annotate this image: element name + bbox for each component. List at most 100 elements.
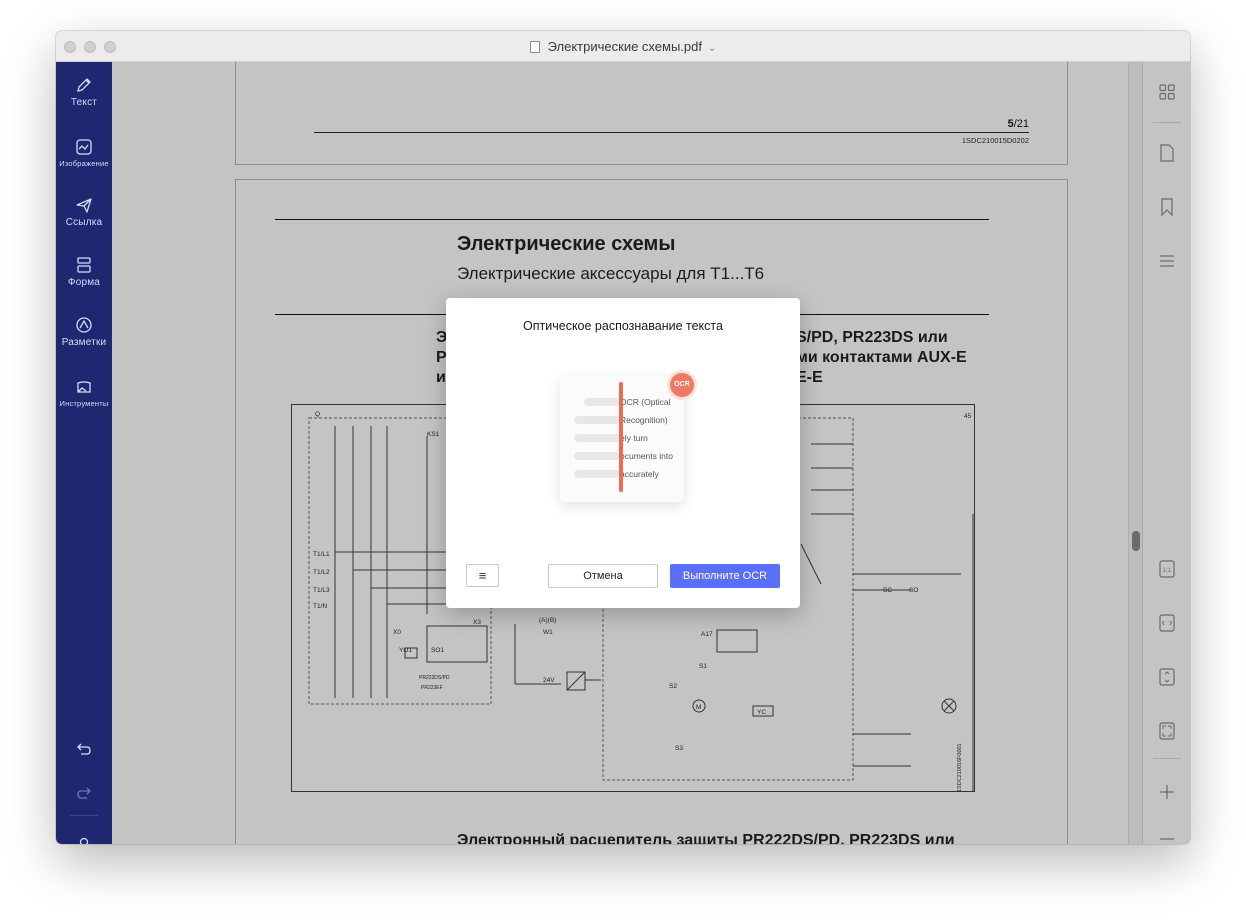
diagram-label: SO <box>909 587 918 594</box>
right-toolbar: 1:1 <box>1142 62 1190 844</box>
zoom-in-icon[interactable] <box>1159 784 1175 800</box>
illustration-text: ocuments into <box>620 451 673 461</box>
ocr-scan-line <box>619 382 623 492</box>
section-title-right-line: S/PD, PR223DS или <box>796 329 948 346</box>
diagram-label: X3 <box>473 619 481 626</box>
page-number-total: /21 <box>1013 118 1029 130</box>
ocr-dialog-title: Оптическое распознавание текста <box>523 319 723 333</box>
tool-form[interactable]: Форма <box>56 256 112 288</box>
outline-icon[interactable] <box>1159 254 1175 268</box>
page-subheading: Электрические аксессуары для T1...T6 <box>457 264 765 283</box>
menu-icon: ≡ <box>478 568 487 583</box>
section-title-right-line: E-E <box>796 369 823 386</box>
pdf-page-previous: 5/21 1SDC210015D0202 <box>235 62 1068 165</box>
diagram-label: X0 <box>393 629 401 636</box>
diagram-label: T1/L3 <box>313 587 330 594</box>
window-title-text: Электрические схемы.pdf <box>547 39 702 54</box>
diagram-label: PR223EF <box>421 685 443 691</box>
next-section-heading: Электронный расцепитель защиты PR222DS/P… <box>457 832 955 844</box>
chevron-down-icon: ⌄ <box>707 43 717 54</box>
illustration-line <box>584 398 620 406</box>
ocr-badge: OCR <box>670 373 694 397</box>
diagram-label: M <box>696 704 701 711</box>
tool-image-label: Изображение <box>59 159 109 168</box>
actual-size-icon[interactable]: 1:1 <box>1159 560 1175 578</box>
diagram-label: W1 <box>543 629 553 636</box>
tool-form-label: Форма <box>67 277 101 288</box>
illustration-line <box>574 434 620 442</box>
diagram-label: YC <box>757 709 766 716</box>
diagram-label: A17 <box>701 631 713 638</box>
diagram-label: T1/N <box>313 603 327 610</box>
diagram-label: S3 <box>675 745 683 752</box>
tool-text-label: Текст <box>70 97 98 108</box>
section-title-right-line: ми контактами AUX-E <box>796 349 967 366</box>
left-toolbar: Текст Изображение Ссылка Форма Разметки … <box>56 62 112 844</box>
user-icon <box>79 837 89 844</box>
diagram-label: T1/L1 <box>313 551 330 558</box>
fit-page-icon[interactable] <box>1159 722 1175 740</box>
zoom-out-icon[interactable] <box>1159 836 1175 842</box>
section-title-right: S/PD, PR223DS или ми контактами AUX-E E-… <box>796 328 967 388</box>
diagram-label: 45 <box>964 413 972 420</box>
fit-height-icon[interactable] <box>1159 668 1175 686</box>
illustration-text: accurately <box>620 469 659 479</box>
grid-view-icon[interactable] <box>1159 84 1175 100</box>
illustration-line <box>574 416 620 424</box>
diagram-label: 24V <box>543 677 555 684</box>
ocr-illustration: OCR (Optical Recognition) ely turn ocume… <box>560 376 684 502</box>
ocr-settings-menu-button[interactable]: ≡ <box>466 564 499 587</box>
illustration-line <box>574 452 620 460</box>
account-button[interactable] <box>56 836 112 844</box>
illustration-text: ely turn <box>620 433 648 443</box>
page-number: 5/21 <box>1008 118 1029 130</box>
image-icon <box>76 139 92 155</box>
ocr-dialog: Оптическое распознавание текста OCR (Opt… <box>446 298 800 608</box>
page-icon[interactable] <box>1159 144 1175 162</box>
svg-text:1:1: 1:1 <box>1163 568 1172 574</box>
diagram-label: YO1 <box>399 647 412 654</box>
illustration-text: OCR (Optical <box>620 397 671 407</box>
diagram-label: SC <box>883 587 892 594</box>
redo-icon <box>77 787 91 799</box>
illustration-line <box>574 470 620 478</box>
diagram-label: (A)(B) <box>539 617 556 624</box>
diagram-code: 1SDC210016F0001 <box>957 743 963 792</box>
tool-link-label: Ссылка <box>65 217 103 228</box>
diagram-label: KS1 <box>427 431 440 438</box>
diagram-label: SO1 <box>431 647 444 654</box>
illustration-text: Recognition) <box>620 415 668 425</box>
tool-markup[interactable]: Разметки <box>56 316 112 348</box>
pencil-icon <box>77 78 91 92</box>
form-icon <box>77 257 91 273</box>
page-footer-rule <box>314 132 1029 133</box>
diagram-label: Q <box>315 411 320 418</box>
fit-width-icon[interactable] <box>1159 614 1175 632</box>
undo-icon <box>77 743 91 755</box>
scrollbar-thumb[interactable] <box>1132 531 1140 551</box>
tools-icon <box>77 381 91 393</box>
link-send-icon <box>76 198 92 213</box>
pdf-file-icon <box>529 41 540 53</box>
toolbar-divider <box>1153 122 1181 123</box>
heading-rule-top <box>275 219 989 220</box>
redo-button[interactable] <box>56 786 112 803</box>
toolbar-divider <box>70 815 98 816</box>
cancel-button[interactable]: Отмена <box>548 564 658 588</box>
tool-text[interactable]: Текст <box>56 76 112 108</box>
diagram-label: T1/L2 <box>313 569 330 576</box>
diagram-label: S1 <box>699 663 707 670</box>
tool-tools[interactable]: Инструменты <box>56 378 112 408</box>
diagram-label: PR223DS/PD <box>419 675 450 681</box>
run-ocr-button[interactable]: Выполните OCR <box>670 564 780 588</box>
page-heading: Электрические схемы <box>457 233 676 255</box>
tool-image[interactable]: Изображение <box>56 138 112 168</box>
tool-tools-label: Инструменты <box>59 399 109 408</box>
undo-button[interactable] <box>56 742 112 759</box>
diagram-label: S2 <box>669 683 677 690</box>
bookmark-icon[interactable] <box>1159 198 1175 216</box>
tool-link[interactable]: Ссылка <box>56 196 112 228</box>
markup-icon <box>76 317 92 333</box>
window-title[interactable]: Электрические схемы.pdf ⌄ <box>56 39 1190 54</box>
vertical-scrollbar[interactable] <box>1128 62 1142 844</box>
